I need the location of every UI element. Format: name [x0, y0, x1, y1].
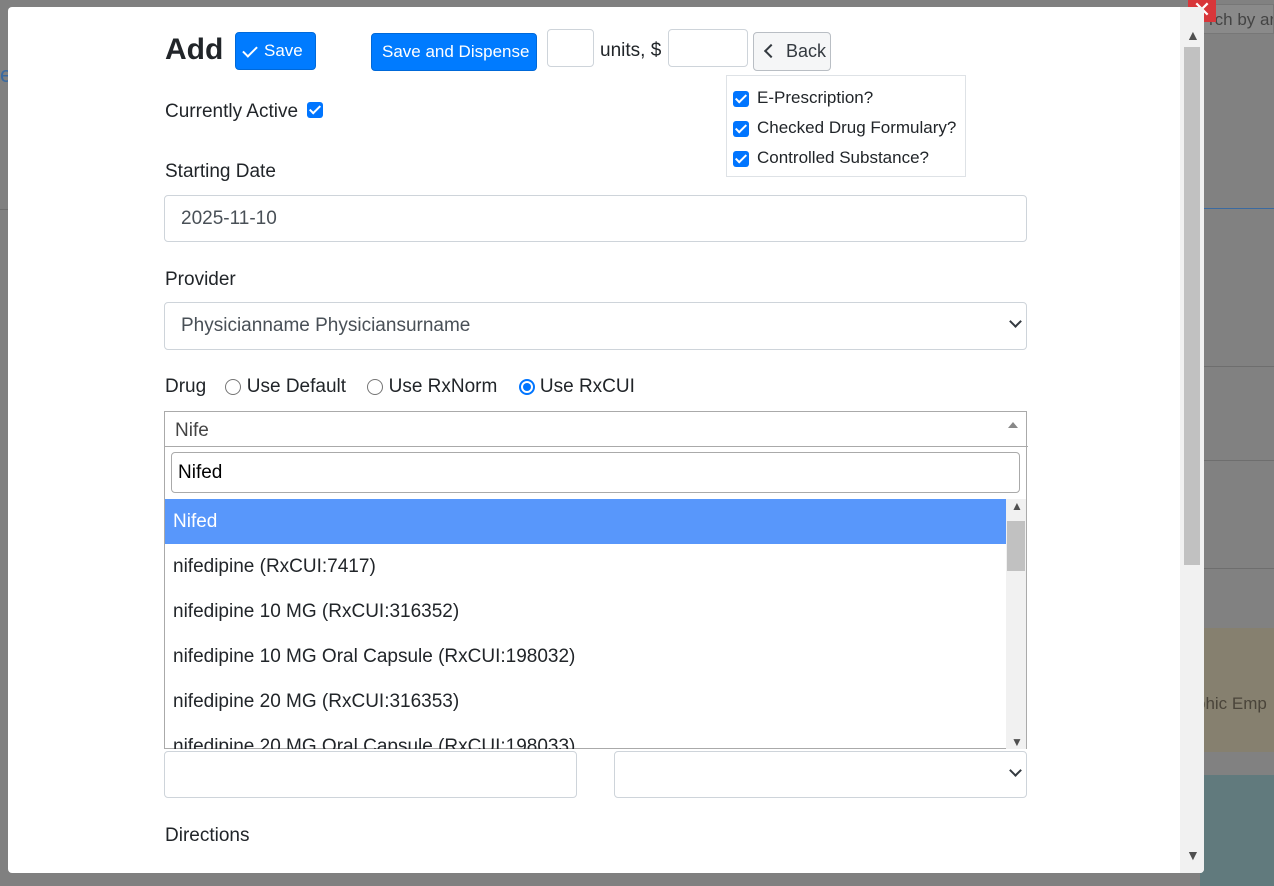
modal-scrollbar[interactable]: ▲ ▼	[1180, 7, 1204, 873]
bg-right-panel	[1200, 0, 1274, 886]
directions-label: Directions	[165, 825, 250, 846]
drug-results-list: Nifed nifedipine (RxCUI:7417) nifedipine…	[165, 499, 1006, 749]
scroll-down-icon[interactable]: ▼	[1011, 735, 1023, 749]
radio-use-rxnorm[interactable]: Use RxNorm	[367, 376, 497, 397]
bg-divider	[1200, 366, 1274, 367]
save-and-dispense-button[interactable]: Save and Dispense	[371, 33, 537, 71]
drug-result-item[interactable]: nifedipine 20 MG Oral Capsule (RxCUI:198…	[165, 724, 1006, 749]
bg-tan-panel	[1200, 628, 1274, 752]
bg-divider	[1200, 208, 1274, 209]
radio-button[interactable]	[367, 378, 384, 395]
currently-active-checkbox[interactable]	[307, 101, 324, 118]
radio-button[interactable]	[225, 378, 242, 395]
bg-divider	[0, 209, 8, 210]
bg-divider	[1200, 460, 1274, 461]
starting-date-label: Starting Date	[165, 161, 276, 182]
drug-selected-value[interactable]: Nife	[175, 420, 209, 442]
drug-result-item[interactable]: nifedipine 10 MG Oral Capsule (RxCUI:198…	[165, 634, 1006, 679]
chevron-down-icon	[1009, 303, 1022, 349]
scrollbar-thumb[interactable]	[1007, 521, 1025, 571]
units-input[interactable]	[547, 29, 594, 67]
scroll-up-icon[interactable]: ▲	[1186, 27, 1200, 43]
drug-search-input[interactable]: Nifed	[171, 452, 1020, 493]
provider-label: Provider	[165, 269, 236, 290]
checkbox-checked[interactable]	[733, 150, 749, 167]
bg-teal-panel	[1200, 775, 1274, 886]
drug-result-item[interactable]: nifedipine 20 MG (RxCUI:316353)	[165, 679, 1006, 724]
bg-divider	[1200, 568, 1274, 569]
price-input[interactable]	[668, 29, 748, 67]
currently-active-label: Currently Active	[165, 101, 299, 122]
units-label: units, $	[600, 40, 662, 61]
dose-input[interactable]	[164, 751, 577, 798]
radio-label: Use RxCUI	[539, 376, 635, 397]
scrollbar-thumb[interactable]	[1184, 47, 1200, 565]
radio-button-selected[interactable]	[518, 378, 535, 395]
provider-select[interactable]: Physicianname Physiciansurname	[164, 302, 1027, 350]
check-icon	[242, 42, 258, 58]
chevron-left-icon	[763, 44, 779, 59]
chevron-down-icon	[1009, 752, 1022, 797]
back-button[interactable]: Back	[753, 32, 831, 71]
flag-e-prescription[interactable]: E-Prescription?	[733, 88, 873, 108]
checkbox-checked[interactable]	[733, 90, 749, 107]
flag-controlled-substance[interactable]: Controlled Substance?	[733, 148, 929, 168]
drug-result-item[interactable]: nifedipine 10 MG (RxCUI:316352)	[165, 589, 1006, 634]
flag-label: Controlled Substance?	[757, 148, 930, 167]
page-title: Add	[165, 33, 224, 66]
scroll-up-icon[interactable]: ▲	[1011, 499, 1023, 513]
save-button-label: Save	[264, 41, 303, 60]
results-scrollbar[interactable]: ▲ ▼	[1006, 499, 1026, 749]
add-medication-modal: Add Save Save and Dispense units, $ Back…	[8, 7, 1204, 873]
drug-select-dropdown[interactable]: Nife Nifed Nifed nifedipine (RxCUI:7417)…	[164, 411, 1028, 749]
drug-label: Drug	[165, 376, 207, 397]
scroll-down-icon[interactable]: ▼	[1186, 847, 1200, 863]
drug-result-item[interactable]: nifedipine (RxCUI:7417)	[165, 544, 1006, 589]
checkbox-checked[interactable]	[733, 120, 749, 137]
radio-label: Use RxNorm	[388, 376, 498, 397]
back-button-label: Back	[786, 41, 827, 61]
dropdown-divider	[165, 446, 1028, 447]
starting-date-input[interactable]: 2025-11-10	[164, 195, 1027, 242]
radio-use-rxcui[interactable]: Use RxCUI	[518, 376, 635, 397]
prescription-flags: E-Prescription? Checked Drug Formulary? …	[726, 75, 966, 177]
save-button[interactable]: Save	[235, 32, 316, 70]
bg-panel-text: phic Emp	[1196, 694, 1267, 713]
radio-use-default[interactable]: Use Default	[225, 376, 346, 397]
flag-label: E-Prescription?	[757, 88, 874, 107]
provider-value: Physicianname Physiciansurname	[181, 315, 471, 336]
drug-field: Drug Use Default Use RxNorm Use RxCUI	[165, 376, 635, 398]
currently-active-field: Currently Active	[165, 101, 324, 123]
unit-select[interactable]	[614, 751, 1027, 798]
flag-drug-formulary[interactable]: Checked Drug Formulary?	[733, 118, 956, 138]
radio-label: Use Default	[246, 376, 347, 397]
flag-label: Checked Drug Formulary?	[757, 118, 957, 137]
caret-up-icon[interactable]	[1008, 422, 1018, 428]
drug-result-item[interactable]: Nifed	[165, 499, 1006, 544]
